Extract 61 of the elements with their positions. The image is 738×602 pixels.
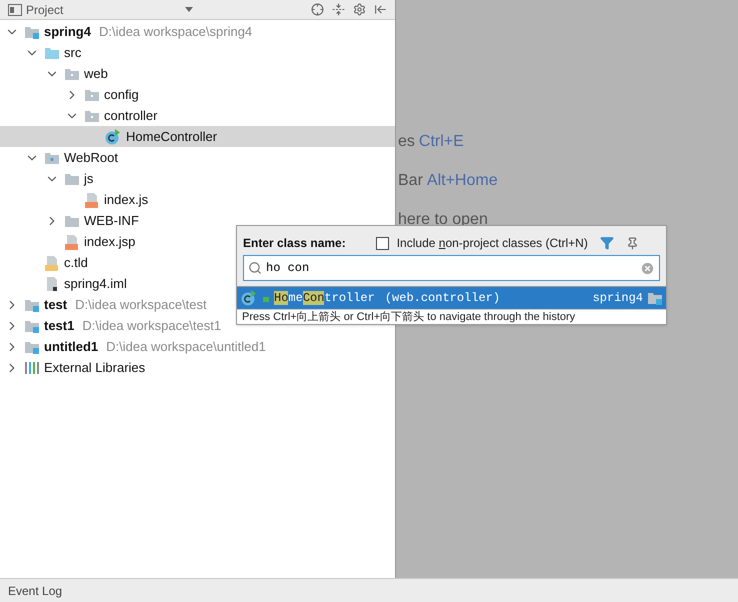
- tree-item[interactable]: HomeController: [0, 126, 395, 147]
- class-icon: [240, 290, 258, 306]
- class-name: HomeController: [274, 290, 375, 307]
- libraries-icon: [24, 360, 40, 374]
- module-name: spring4: [592, 290, 643, 307]
- panel-title: Project: [26, 2, 64, 18]
- folder-icon: [24, 24, 40, 38]
- popup-title: Enter class name:: [243, 235, 346, 252]
- file-icon: [44, 276, 60, 292]
- search-field[interactable]: ho con: [243, 255, 660, 281]
- collapse-icon[interactable]: [332, 3, 345, 16]
- tree-item[interactable]: controller: [0, 105, 395, 126]
- folder-icon: [64, 66, 80, 80]
- tree-item[interactable]: js: [0, 168, 395, 189]
- project-icon: [8, 4, 22, 16]
- folder-icon: [84, 88, 100, 102]
- hint-text: es: [398, 132, 415, 152]
- module-path: D:\idea workspace\untitled1: [106, 338, 266, 356]
- tree-item[interactable]: spring4 D:\idea workspace\spring4: [0, 21, 395, 42]
- file-icon: [44, 254, 60, 270]
- folder-icon: [64, 172, 80, 186]
- dropdown-caret-icon[interactable]: [185, 7, 194, 12]
- filter-icon[interactable]: [600, 236, 614, 250]
- shortcut-text: Ctrl+E: [418, 132, 464, 152]
- tree-item[interactable]: config: [0, 84, 395, 105]
- search-icon: [248, 261, 262, 275]
- hint-text: Bar: [398, 171, 423, 191]
- folder-icon: [24, 340, 40, 354]
- shortcut-text: Alt+Home: [426, 171, 498, 191]
- lock-icon: [262, 294, 270, 302]
- locate-icon[interactable]: [311, 3, 324, 16]
- folder-icon: [24, 298, 40, 312]
- folder-icon: [44, 150, 60, 164]
- module-path: D:\idea workspace\spring4: [98, 22, 252, 41]
- file-icon: [64, 234, 80, 250]
- pin-icon[interactable]: [626, 236, 639, 250]
- tree-item[interactable]: External Libraries: [0, 357, 395, 378]
- tree-item[interactable]: web: [0, 63, 395, 84]
- module-path: D:\idea workspace\test: [75, 296, 207, 314]
- settings-icon[interactable]: [353, 3, 366, 16]
- hint-text: here to open: [398, 210, 488, 230]
- checkbox-label: Include non-project classes (Ctrl+N): [396, 235, 588, 252]
- checkbox[interactable]: [376, 236, 389, 250]
- popup-footer: Press Ctrl+向上箭头 or Ctrl+向下箭头 to navigate through the history: [237, 309, 666, 324]
- package-name: (web.controller): [384, 290, 500, 307]
- tree-item[interactable]: index.js: [0, 189, 395, 210]
- folder-icon: [64, 214, 80, 228]
- folder-icon: [44, 46, 60, 60]
- tree-item[interactable]: src: [0, 42, 395, 63]
- hide-icon[interactable]: [374, 3, 387, 16]
- module-path: D:\idea workspace\test1: [82, 316, 222, 335]
- tree-item[interactable]: untitled1 D:\idea workspace\untitled1: [0, 336, 395, 357]
- class-icon: [104, 128, 122, 144]
- folder-icon: [647, 291, 663, 305]
- tree-item[interactable]: WebRoot: [0, 147, 395, 168]
- folder-icon: [84, 108, 100, 122]
- event-log-tab[interactable]: Event Log: [8, 582, 62, 600]
- folder-icon: [24, 318, 40, 332]
- file-icon: [84, 192, 100, 208]
- result-item[interactable]: HomeController (web.controller) spring4: [237, 286, 666, 309]
- tree-item[interactable]: WEB-INF: [0, 210, 395, 231]
